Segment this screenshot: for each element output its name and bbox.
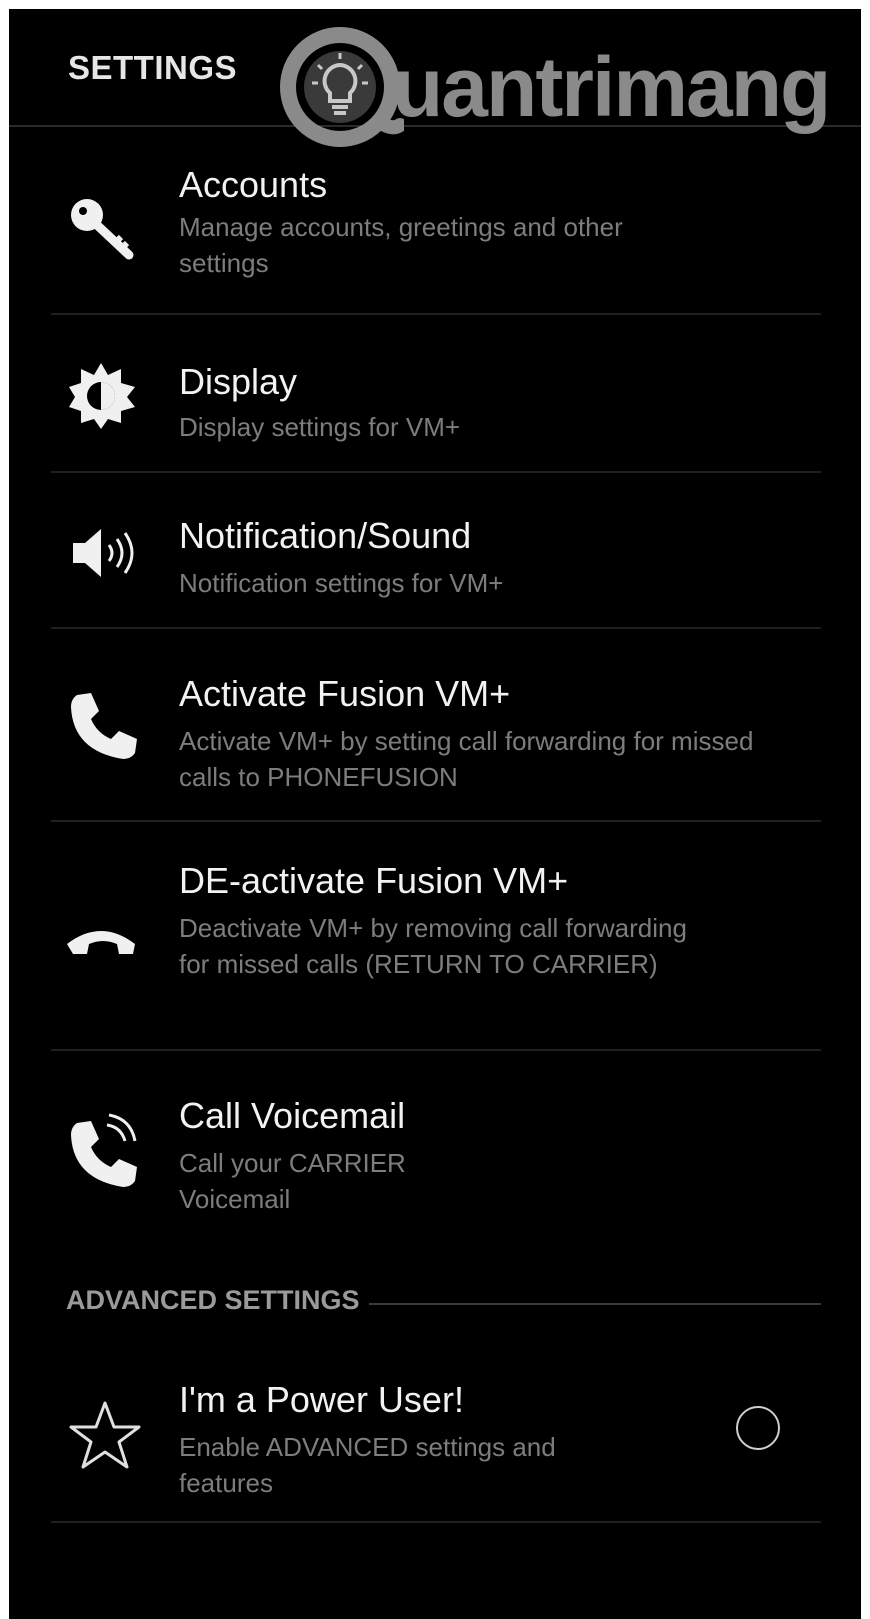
settings-item-deactivate-fusion[interactable]: DE-activate Fusion VM+ Deactivate VM+ by… bbox=[9, 822, 861, 1050]
watermark-text: uantrimang bbox=[392, 40, 831, 134]
section-header-line bbox=[369, 1303, 821, 1305]
hang-up-icon bbox=[67, 931, 135, 954]
settings-item-call-voicemail[interactable]: Call Voicemail Call your CARRIER Voicema… bbox=[9, 1051, 861, 1251]
display-title: Display bbox=[179, 361, 298, 402]
settings-item-display[interactable]: Display Display settings for VM+ bbox=[9, 315, 861, 471]
key-icon bbox=[71, 199, 134, 260]
page-title: SETTINGS bbox=[68, 49, 238, 86]
lightbulb-logo-icon bbox=[280, 27, 404, 147]
activate-fusion-summary: Activate VM+ by setting call forwarding … bbox=[179, 726, 754, 792]
phone-ringing-icon bbox=[71, 1113, 137, 1187]
deactivate-fusion-title: DE-activate Fusion VM+ bbox=[179, 860, 569, 901]
speaker-icon bbox=[73, 529, 134, 577]
settings-item-accounts[interactable]: Accounts Manage accounts, greetings and … bbox=[9, 147, 861, 315]
notification-sound-title: Notification/Sound bbox=[179, 515, 472, 556]
call-voicemail-summary: Call your CARRIER Voicemail bbox=[179, 1148, 406, 1214]
settings-screen: SETTINGS uantrimang Accounts Manage acco… bbox=[9, 9, 861, 1619]
settings-item-activate-fusion[interactable]: Activate Fusion VM+ Activate VM+ by sett… bbox=[9, 629, 861, 821]
settings-item-power-user[interactable]: I'm a Power User! Enable ADVANCED settin… bbox=[9, 1335, 861, 1525]
accounts-summary: Manage accounts, greetings and other set… bbox=[179, 212, 623, 278]
divider bbox=[51, 1521, 821, 1523]
notification-sound-summary: Notification settings for VM+ bbox=[179, 568, 504, 598]
settings-item-notification-sound[interactable]: Notification/Sound Notification settings… bbox=[9, 473, 861, 629]
star-icon bbox=[69, 1401, 141, 1469]
activate-fusion-title: Activate Fusion VM+ bbox=[179, 673, 511, 714]
display-summary: Display settings for VM+ bbox=[179, 412, 461, 442]
watermark-logo: uantrimang bbox=[272, 21, 847, 151]
deactivate-fusion-summary: Deactivate VM+ by removing call forwardi… bbox=[179, 913, 687, 979]
brightness-icon bbox=[69, 363, 135, 429]
power-user-radio[interactable] bbox=[736, 1406, 780, 1450]
phone-icon bbox=[71, 693, 137, 759]
accounts-title: Accounts bbox=[179, 164, 328, 205]
power-user-summary: Enable ADVANCED settings and features bbox=[179, 1432, 556, 1498]
section-header-advanced: ADVANCED SETTINGS bbox=[66, 1285, 360, 1315]
call-voicemail-title: Call Voicemail bbox=[179, 1095, 406, 1136]
power-user-title: I'm a Power User! bbox=[179, 1379, 464, 1420]
